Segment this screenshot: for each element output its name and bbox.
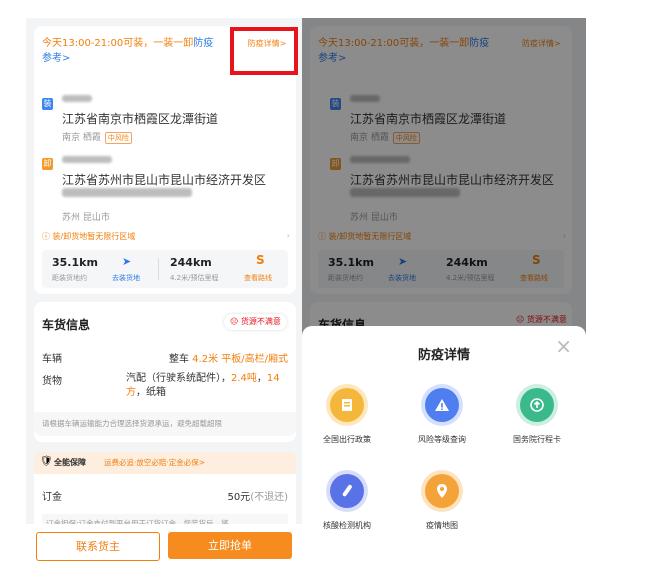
vehicle-value: 整车 <box>168 354 189 365</box>
deposit-value-row: 50元(不退还) <box>227 488 288 503</box>
right-screen: 今天13:00-21:00可装，一装一卸防疫参考> 防疫详情> 装 江苏省南京市… <box>302 18 586 578</box>
guarantee-text: 运费必追·放空必赔·定金必保> <box>104 458 206 467</box>
map-pin-icon <box>425 474 459 508</box>
risk-level-item[interactable]: 风险等级查询 <box>397 388 487 445</box>
view-route-link[interactable]: 查看路线 <box>244 273 272 283</box>
vehicle-value-row: 整车 4.2米 平板/高栏/厢式 <box>169 350 288 365</box>
navigate-link[interactable]: 去装货地 <box>112 273 140 283</box>
goods-value-row: 汽配（行驶系统配件），2.4吨，14方，纸箱 <box>126 373 280 398</box>
travel-policy-item[interactable]: 全国出行政策 <box>302 388 392 445</box>
epidemic-map-item[interactable]: 疫情地图 <box>397 474 487 531</box>
distance-to-load-label: 距装货地约 <box>52 274 87 282</box>
test-tube-icon <box>330 474 364 508</box>
capacity-note-box: 请根据车辆运输能力合理选择货源承运，避免超载超限 <box>34 412 296 436</box>
load-district: 南京 栖霞 <box>62 133 101 143</box>
load-pin-icon: 装 <box>42 98 53 110</box>
route-icon[interactable]: S <box>256 253 265 267</box>
route-distance: 244km <box>170 256 212 269</box>
restriction-row[interactable]: ⓘ 装/卸货地暂无限行区域 › <box>42 231 290 242</box>
info-icon: ⓘ <box>42 232 50 241</box>
goods-weight: 2.4吨 <box>231 373 257 384</box>
trip-card-item[interactable]: 国务院行程卡 <box>492 388 582 445</box>
cargo-card: 车货信息 ☹ 货源不满意 车辆 整车 4.2米 平板/高栏/厢式 货物 汽配（行… <box>34 302 296 442</box>
policy-icon <box>330 388 364 422</box>
vehicle-label: 车辆 <box>42 354 62 365</box>
epidemic-notice: 今天13:00-21:00可装，一装一卸防疫参考> <box>42 36 222 66</box>
sheet-title: 防疫详情 <box>417 348 470 363</box>
route-distance-label: 4.2米/预估里程 <box>170 274 219 282</box>
goods-pack: 纸箱 <box>146 387 166 398</box>
deposit-label: 订金 <box>42 492 62 503</box>
risk-level-label: 风险等级查询 <box>418 435 466 444</box>
address-blur <box>62 188 192 197</box>
chevron-right-icon: › <box>286 231 290 240</box>
distance-to-load: 35.1km <box>52 256 98 269</box>
trip-card-icon <box>520 388 554 422</box>
goods-value: 汽配（行驶系统配件）， <box>126 373 231 384</box>
unload-address: 江苏省苏州市昆山市昆山市经济开发区 <box>62 173 267 187</box>
test-center-label: 核酸检测机构 <box>323 521 371 530</box>
sad-face-icon: ☹ <box>230 317 239 326</box>
unload-district: 苏州 昆山市 <box>62 213 110 223</box>
deposit-refund: (不退还) <box>250 492 288 503</box>
cargo-section-title: 车货信息 <box>42 318 91 332</box>
contact-owner-button[interactable]: 联系货主 <box>36 532 160 561</box>
highlight-box <box>230 27 298 75</box>
test-center-item[interactable]: 核酸检测机构 <box>302 474 392 531</box>
restriction-note: 装/卸货地暂无限行区域 <box>52 232 136 241</box>
vehicle-spec: 4.2米 平板/高栏/厢式 <box>192 354 288 365</box>
dissatisfied-label: 货源不满意 <box>240 317 281 326</box>
epidemic-map-label: 疫情地图 <box>426 521 458 530</box>
dissatisfied-button[interactable]: ☹ 货源不满意 <box>224 314 287 330</box>
notice-text: 今天13:00-21:00可装，一装一卸 <box>42 38 194 49</box>
load-district-row: 南京 栖霞 中风险 <box>62 130 132 144</box>
warning-icon <box>425 388 459 422</box>
epidemic-detail-sheet: 防疫详情 × 全国出行政策 风险等级查询 国务院行程卡 核酸检测机构 疫情地图 <box>302 326 586 578</box>
shield-icon: 🛡 <box>40 456 53 467</box>
grab-order-button[interactable]: 立即抢单 <box>168 532 292 559</box>
navigate-icon[interactable]: ➤ <box>122 255 131 268</box>
guarantee-banner[interactable]: 🛡 全能保障 运费必追·放空必赔·定金必保> <box>34 452 296 474</box>
capacity-note: 请根据车辆运输能力合理选择货源承运，避免超载超限 <box>42 419 222 428</box>
goods-label: 货物 <box>42 376 62 387</box>
risk-tag: 中风险 <box>104 132 132 144</box>
unload-pin-icon: 卸 <box>42 158 53 170</box>
bottom-bar: 联系货主 立即抢单 <box>26 524 310 578</box>
trip-card-label: 国务院行程卡 <box>513 435 561 444</box>
left-screen: 今天13:00-21:00可装，一装一卸防疫参考> 防疫详情> 装 江苏省南京市… <box>26 18 310 578</box>
close-icon[interactable]: × <box>555 334 572 358</box>
guarantee-badge: 全能保障 <box>54 458 86 467</box>
deposit-value: 50元 <box>227 492 251 503</box>
contact-blur <box>62 95 92 102</box>
contact-blur <box>62 156 112 163</box>
travel-policy-label: 全国出行政策 <box>323 435 371 444</box>
divider <box>158 258 159 280</box>
load-address: 江苏省南京市栖霞区龙潭街道 <box>62 112 219 126</box>
stats-box: 35.1km 距装货地约 ➤ 去装货地 244km 4.2米/预估里程 S 查看… <box>42 250 288 288</box>
